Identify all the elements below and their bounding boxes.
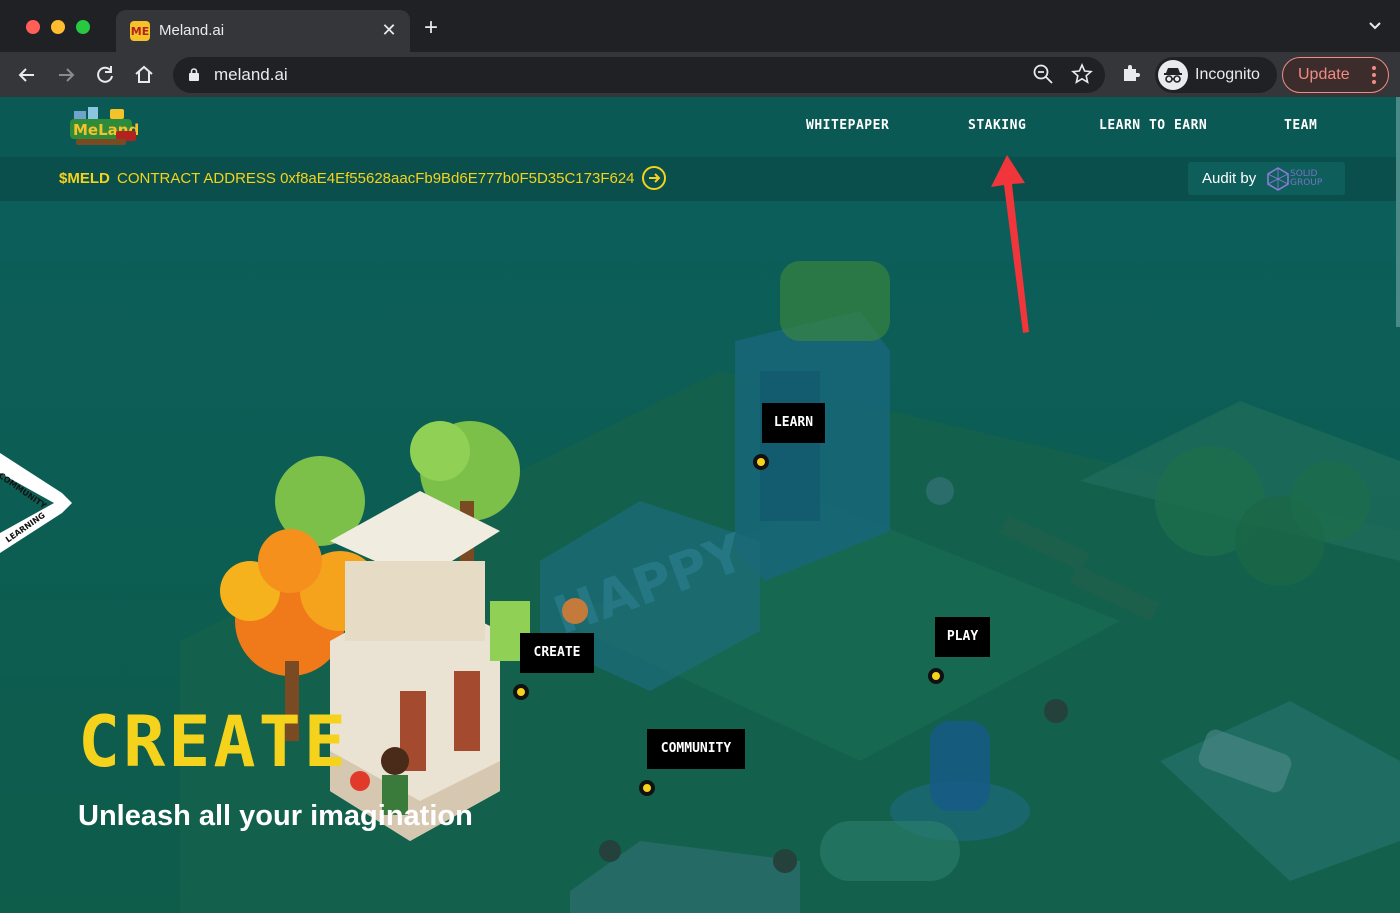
- map-label-community[interactable]: COMMUNITY: [647, 729, 745, 769]
- contract-address[interactable]: CONTRACT ADDRESS 0xf8aE4Ef55628aacFb9Bd6…: [117, 170, 635, 187]
- map-marker-create[interactable]: [513, 684, 529, 700]
- tab-close-icon[interactable]: ✕: [378, 19, 400, 41]
- annotation-arrow-icon: [991, 155, 1029, 333]
- nav-staking[interactable]: STAKING: [968, 118, 1026, 133]
- nav-whitepaper[interactable]: WHITEPAPER: [806, 118, 889, 133]
- meland-logo[interactable]: MeLand: [68, 105, 140, 149]
- forward-arrow-icon[interactable]: [53, 62, 79, 88]
- browser-toolbar: meland.ai Incognito Update: [0, 52, 1400, 97]
- map-marker-play[interactable]: [928, 668, 944, 684]
- solid-group-text: SOLID GROUP: [1290, 170, 1322, 188]
- tab-title: Meland.ai: [159, 22, 225, 39]
- meland-page: MeLand WHITEPAPER STAKING LEARN TO EARN …: [0, 97, 1400, 913]
- lock-icon: [189, 68, 199, 81]
- more-menu-icon[interactable]: [1371, 64, 1377, 91]
- map-label-play[interactable]: PLAY: [935, 617, 990, 657]
- incognito-label: Incognito: [1195, 66, 1260, 83]
- map-label-create[interactable]: CREATE: [520, 633, 594, 673]
- url-text: meland.ai: [214, 65, 288, 84]
- arrow-right-circle-icon[interactable]: [642, 166, 666, 190]
- incognito-icon: [1158, 60, 1188, 90]
- contract-bar: $MELD CONTRACT ADDRESS 0xf8aE4Ef55628aac…: [0, 157, 1400, 201]
- map-label-learn[interactable]: LEARN: [762, 403, 825, 443]
- home-icon[interactable]: [131, 62, 157, 88]
- side-tab-switcher[interactable]: COMMUNITY LEARNING: [0, 449, 72, 557]
- hero-title: CREATE: [78, 701, 349, 783]
- close-window-button[interactable]: [26, 20, 40, 34]
- new-tab-button[interactable]: +: [424, 16, 438, 40]
- page-scrollbar[interactable]: [1396, 97, 1400, 327]
- browser-tab[interactable]: ME Meland.ai ✕: [116, 10, 410, 52]
- update-label: Update: [1298, 66, 1350, 83]
- browser-tab-bar: ME Meland.ai ✕ +: [0, 0, 1400, 52]
- incognito-profile-button[interactable]: Incognito: [1155, 57, 1277, 93]
- update-button[interactable]: Update: [1282, 57, 1389, 93]
- nav-team[interactable]: TEAM: [1284, 118, 1317, 133]
- token-symbol: $MELD: [59, 170, 110, 187]
- reload-icon[interactable]: [92, 62, 118, 88]
- nav-learn-to-earn[interactable]: LEARN TO EARN: [1099, 118, 1207, 133]
- audit-label: Audit by: [1202, 170, 1257, 187]
- hero-subtitle: Unleash all your imagination: [78, 800, 473, 832]
- site-header: MeLand WHITEPAPER STAKING LEARN TO EARN …: [0, 97, 1400, 157]
- zoom-window-button[interactable]: [76, 20, 90, 34]
- minimize-window-button[interactable]: [51, 20, 65, 34]
- address-bar[interactable]: meland.ai: [173, 57, 1105, 93]
- extensions-puzzle-icon[interactable]: [1118, 62, 1144, 88]
- solid-brand-line2: GROUP: [1290, 178, 1323, 188]
- bookmark-star-icon[interactable]: [1070, 62, 1094, 87]
- zoom-out-icon[interactable]: [1031, 63, 1055, 87]
- audit-badge[interactable]: Audit by SOLID GROUP: [1188, 162, 1345, 195]
- tab-search-chevron-icon[interactable]: [1368, 18, 1382, 36]
- map-marker-community[interactable]: [639, 780, 655, 796]
- back-arrow-icon[interactable]: [14, 62, 40, 88]
- meland-favicon-icon: ME: [130, 21, 150, 41]
- map-marker-learn[interactable]: [753, 454, 769, 470]
